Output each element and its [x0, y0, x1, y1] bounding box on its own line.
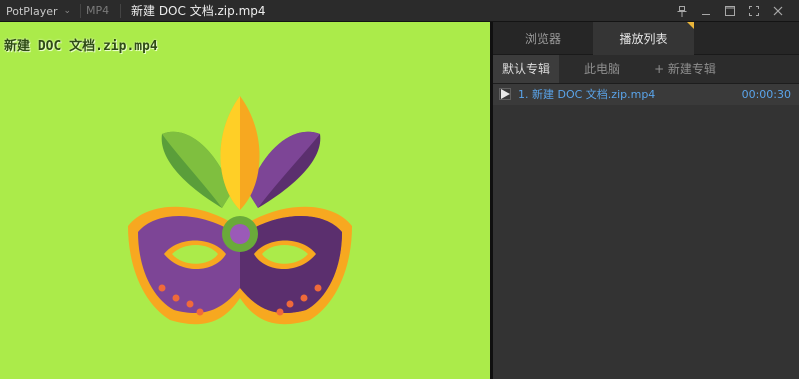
list-item-duration: 00:00:30 — [741, 88, 791, 101]
fullscreen-icon — [749, 6, 759, 16]
fullscreen-button[interactable] — [743, 0, 765, 22]
album-default-label: 默认专辑 — [501, 62, 550, 76]
list-item-title: 1. 新建 DOC 文档.zip.mp4 — [518, 88, 656, 101]
new-album-label: + 新建专辑 — [654, 62, 716, 76]
close-button[interactable] — [767, 0, 789, 22]
list-item[interactable]: 1. 新建 DOC 文档.zip.mp4 00:00:30 — [493, 84, 799, 105]
tab-browser[interactable]: 浏览器 — [493, 22, 593, 55]
chevron-down-icon: ⌄ — [63, 6, 72, 16]
playlist-panel: 浏览器 播放列表 默认专辑 此电脑 + 新建专辑 1. 新建 DOC 文档.zi… — [493, 22, 799, 379]
maximize-button[interactable] — [719, 0, 741, 22]
pin-button[interactable] — [671, 0, 693, 22]
new-album-button[interactable]: + 新建专辑 — [647, 55, 723, 83]
tab-playlist[interactable]: 播放列表 — [593, 22, 694, 55]
carnival-mask-image — [128, 96, 352, 325]
tab-playlist-label: 播放列表 — [619, 32, 668, 46]
active-tab-marker — [687, 22, 694, 29]
album-this-pc[interactable]: 此电脑 — [569, 55, 635, 83]
separator — [80, 4, 81, 18]
now-playing-icon — [499, 88, 511, 100]
minimize-icon — [702, 14, 710, 15]
close-icon — [773, 6, 783, 16]
playlist: 1. 新建 DOC 文档.zip.mp4 00:00:30 — [493, 84, 799, 105]
separator — [120, 4, 121, 18]
app-menu-label: PotPlayer — [6, 4, 58, 18]
album-default[interactable]: 默认专辑 — [493, 55, 559, 83]
format-label: MP4 — [86, 4, 110, 17]
maximize-icon — [725, 6, 735, 16]
app-menu-button[interactable]: PotPlayer ⌄ — [0, 0, 80, 22]
album-this-pc-label: 此电脑 — [583, 62, 620, 76]
osd-title: 新建 DOC 文档.zip.mp4 — [4, 39, 158, 54]
tab-browser-label: 浏览器 — [524, 32, 561, 46]
window-title: 新建 DOC 文档.zip.mp4 — [131, 4, 266, 18]
minimize-button[interactable] — [695, 0, 717, 22]
title-bar: PotPlayer ⌄ MP4 新建 DOC 文档.zip.mp4 — [0, 0, 799, 22]
panel-tabs: 浏览器 播放列表 — [493, 22, 799, 55]
album-bar: 默认专辑 此电脑 + 新建专辑 — [493, 55, 799, 84]
pin-icon — [677, 5, 687, 17]
video-area[interactable]: 新建 DOC 文档.zip.mp4 — [0, 22, 490, 379]
